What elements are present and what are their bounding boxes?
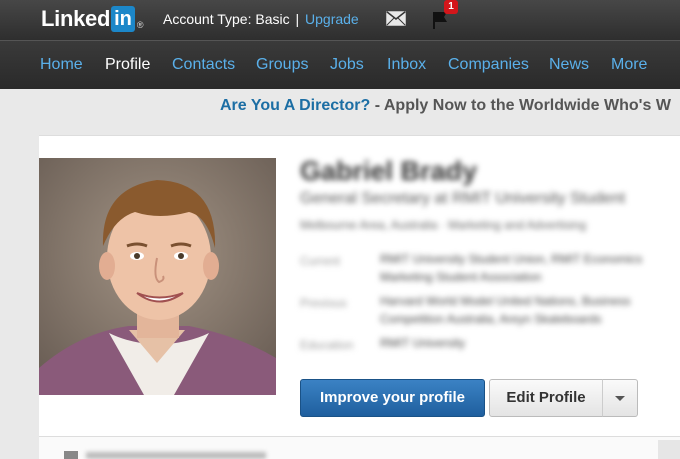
- edit-profile-dropdown[interactable]: [602, 379, 638, 417]
- mail-icon[interactable]: [386, 11, 406, 26]
- account-separator: |: [295, 11, 300, 27]
- upgrade-link[interactable]: Upgrade: [305, 11, 359, 27]
- top-bar: Linked in ® Account Type: Basic | Upgrad…: [0, 0, 680, 40]
- ad-banner-question[interactable]: Are You A Director?: [220, 97, 370, 114]
- account-type-label: Account Type: Basic: [163, 11, 290, 27]
- registered-mark: ®: [136, 20, 144, 30]
- chevron-down-icon: [615, 396, 625, 401]
- logo-text: Linked: [41, 6, 111, 31]
- profile-name: Gabriel Brady: [300, 156, 478, 186]
- main-nav: Home Profile Contacts Groups Jobs Inbox …: [0, 40, 680, 89]
- profile-headline: General Secretary at RMIT University Stu…: [300, 190, 626, 207]
- ad-banner-text: - Apply Now to the Worldwide Who's W: [370, 97, 671, 114]
- nav-more[interactable]: More: [611, 56, 647, 74]
- education-value: RMIT University: [380, 334, 465, 352]
- nav-profile[interactable]: Profile: [105, 56, 150, 74]
- nav-contacts[interactable]: Contacts: [172, 56, 235, 74]
- current-line-1: RMIT University Student Union, RMIT Econ…: [380, 252, 643, 266]
- notification-badge: 1: [444, 0, 458, 14]
- nav-companies[interactable]: Companies: [448, 56, 529, 74]
- profile-location: Melbourne Area, Australia · Marketing an…: [300, 218, 587, 232]
- edit-profile-button[interactable]: Edit Profile: [489, 379, 603, 417]
- profile-photo[interactable]: [39, 158, 276, 395]
- activity-blurred-text: [86, 452, 266, 459]
- sidebar-edge: [658, 440, 680, 459]
- current-label: Current: [300, 254, 341, 268]
- education-label: Education: [300, 338, 354, 352]
- previous-line-1: Harvard World Model United Nations, Busi…: [380, 294, 631, 308]
- nav-groups[interactable]: Groups: [256, 56, 308, 74]
- linkedin-logo[interactable]: Linked in ®: [41, 5, 144, 33]
- activity-icon: [64, 451, 78, 459]
- logo-in-box: in: [111, 6, 135, 32]
- current-value: RMIT University Student Union, RMIT Econ…: [380, 250, 642, 286]
- nav-jobs[interactable]: Jobs: [330, 56, 364, 74]
- previous-label: Previous: [300, 296, 347, 310]
- nav-news[interactable]: News: [549, 56, 589, 74]
- previous-value: Harvard World Model United Nations, Busi…: [380, 292, 631, 328]
- education-line-1: RMIT University: [380, 336, 466, 350]
- nav-inbox[interactable]: Inbox: [387, 56, 426, 74]
- nav-home[interactable]: Home: [40, 56, 83, 74]
- profile-photo-illustration: [39, 158, 276, 395]
- account-type: Account Type: Basic | Upgrade: [163, 11, 359, 27]
- improve-profile-button[interactable]: Improve your profile: [300, 379, 485, 417]
- current-line-2: Marketing Student Association: [380, 270, 542, 284]
- ad-banner[interactable]: Are You A Director? - Apply Now to the W…: [220, 97, 671, 115]
- previous-line-2: Competition Australia, Areyn Skateboards: [380, 312, 602, 326]
